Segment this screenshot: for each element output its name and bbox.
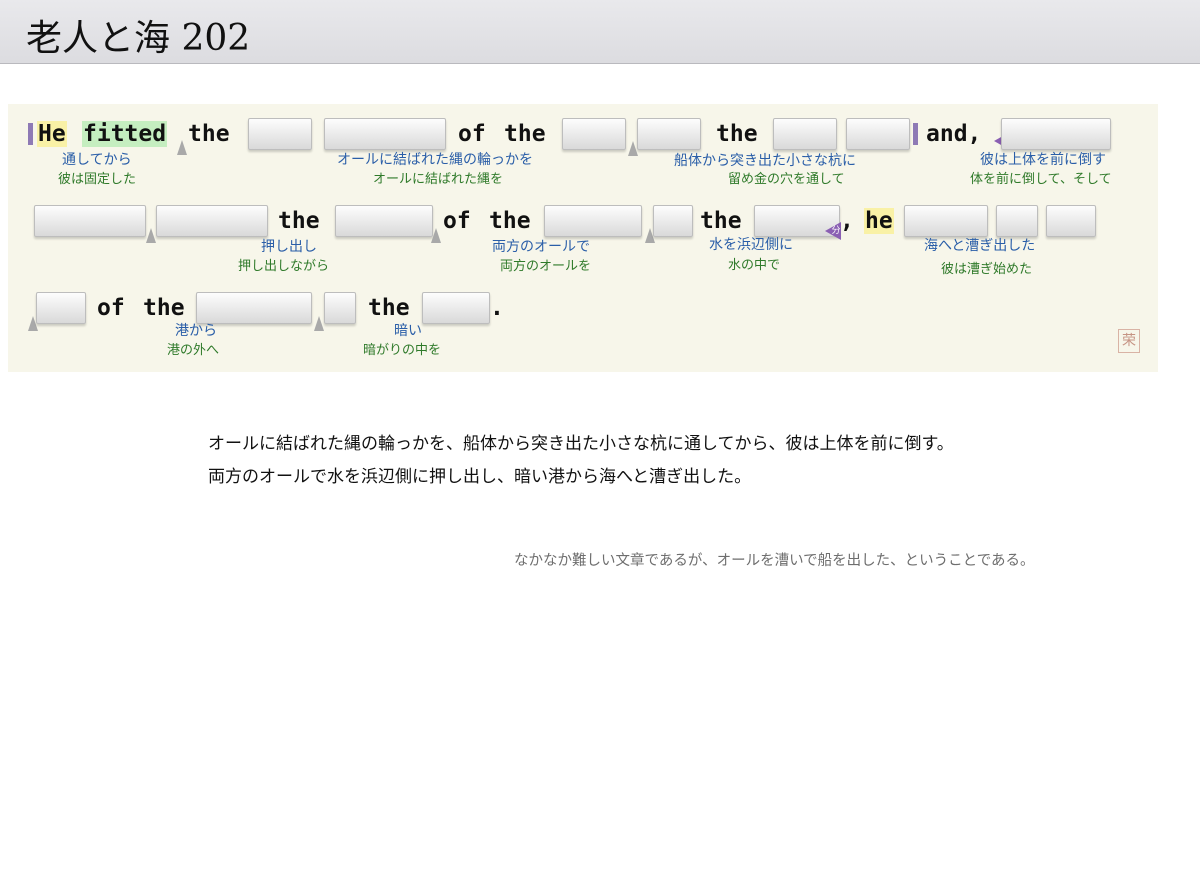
insert-marker[interactable]	[431, 228, 441, 243]
blank-box[interactable]	[773, 118, 837, 150]
sentence-panel: He fitted the of the the and, 分 通してから 彼は…	[8, 104, 1158, 372]
word-he-subject[interactable]: He	[37, 120, 67, 148]
blank-box[interactable]	[422, 292, 490, 324]
blank-box[interactable]	[248, 118, 312, 150]
gloss-primary: 彼は上体を前に倒す	[980, 152, 1106, 168]
gloss-secondary: 彼は固定した	[58, 172, 137, 187]
word-the[interactable]: the	[489, 207, 531, 235]
translation-line: 両方のオールで水を浜辺側に押し出し、暗い港から海へと漕ぎ出した。	[208, 467, 752, 487]
word-the[interactable]: the	[278, 207, 320, 235]
gloss-primary: 海へと漕ぎ出した	[924, 238, 1036, 254]
gloss-secondary: 留め金の穴を通して	[728, 172, 845, 187]
blank-box[interactable]	[1001, 118, 1111, 150]
blank-box[interactable]	[1046, 205, 1096, 237]
blank-box[interactable]	[324, 292, 356, 324]
blank-box[interactable]	[196, 292, 312, 324]
gloss-primary: 水を浜辺側に	[709, 237, 793, 253]
blank-box[interactable]	[324, 118, 446, 150]
gloss-secondary: オールに結ばれた縄を	[373, 172, 504, 187]
gloss-secondary: 水の中で	[728, 258, 781, 273]
word-comma[interactable]: ,	[840, 207, 854, 235]
word-he[interactable]: he	[864, 207, 894, 235]
insert-marker[interactable]	[314, 316, 324, 331]
blank-box[interactable]	[637, 118, 701, 150]
word-the[interactable]: the	[143, 294, 185, 322]
blank-box[interactable]	[653, 205, 693, 237]
commentary-note: なかなか難しい文章であるが、オールを漕いで船を出した、ということである。	[514, 553, 1035, 569]
header-bar: 老人と海 202	[0, 0, 1200, 64]
word-fitted-verb[interactable]: fitted	[82, 120, 168, 148]
gloss-secondary: 押し出しながら	[238, 259, 330, 274]
gloss-secondary: 両方のオールを	[500, 259, 592, 274]
blank-box[interactable]	[846, 118, 910, 150]
seal-stamp: 荣	[1118, 329, 1140, 353]
word-the[interactable]: the	[700, 207, 742, 235]
word-fitted-text: fitted	[82, 121, 168, 147]
gloss-primary: 両方のオールで	[492, 239, 590, 255]
word-of[interactable]: of	[458, 120, 486, 148]
word-he-subject-text: He	[37, 121, 67, 147]
blank-box[interactable]	[904, 205, 988, 237]
gloss-secondary: 体を前に倒して、そして	[970, 172, 1112, 187]
gloss-secondary: 彼は漕ぎ始めた	[941, 262, 1033, 277]
blank-box[interactable]	[335, 205, 433, 237]
word-the[interactable]: the	[716, 120, 758, 148]
insert-marker[interactable]	[146, 228, 156, 243]
word-and[interactable]: and,	[926, 120, 981, 148]
word-the[interactable]: the	[188, 120, 230, 148]
gloss-primary: 港から	[175, 323, 217, 339]
word-the[interactable]: the	[368, 294, 410, 322]
word-period[interactable]: .	[490, 294, 504, 322]
gloss-primary: 船体から突き出た小さな杭に	[674, 153, 856, 169]
word-of[interactable]: of	[443, 207, 471, 235]
page-title: 老人と海 202	[26, 18, 251, 59]
gloss-primary: オールに結ばれた縄の輪っかを	[337, 152, 533, 168]
insert-marker[interactable]	[177, 140, 187, 155]
word-he-text: he	[864, 208, 894, 234]
blank-box[interactable]	[562, 118, 626, 150]
bracket-open	[28, 123, 33, 145]
bracket-close	[913, 123, 918, 145]
translation-line: オールに結ばれた縄の輪っかを、船体から突き出た小さな杭に通してから、彼は上体を前…	[208, 434, 954, 454]
blank-box[interactable]	[156, 205, 268, 237]
gloss-primary: 暗い	[394, 323, 422, 339]
gloss-primary: 押し出し	[261, 239, 317, 255]
word-the[interactable]: the	[504, 120, 546, 148]
gloss-secondary: 暗がりの中を	[363, 343, 442, 358]
blank-box[interactable]	[544, 205, 642, 237]
blank-box[interactable]	[36, 292, 86, 324]
gloss-primary: 通してから	[62, 152, 132, 168]
japanese-translation: オールに結ばれた縄の輪っかを、船体から突き出た小さな杭に通してから、彼は上体を前…	[208, 428, 954, 494]
blank-box[interactable]	[754, 205, 840, 237]
blank-box[interactable]	[34, 205, 146, 237]
blank-box[interactable]	[996, 205, 1038, 237]
word-of[interactable]: of	[97, 294, 125, 322]
gloss-secondary: 港の外へ	[167, 343, 220, 358]
